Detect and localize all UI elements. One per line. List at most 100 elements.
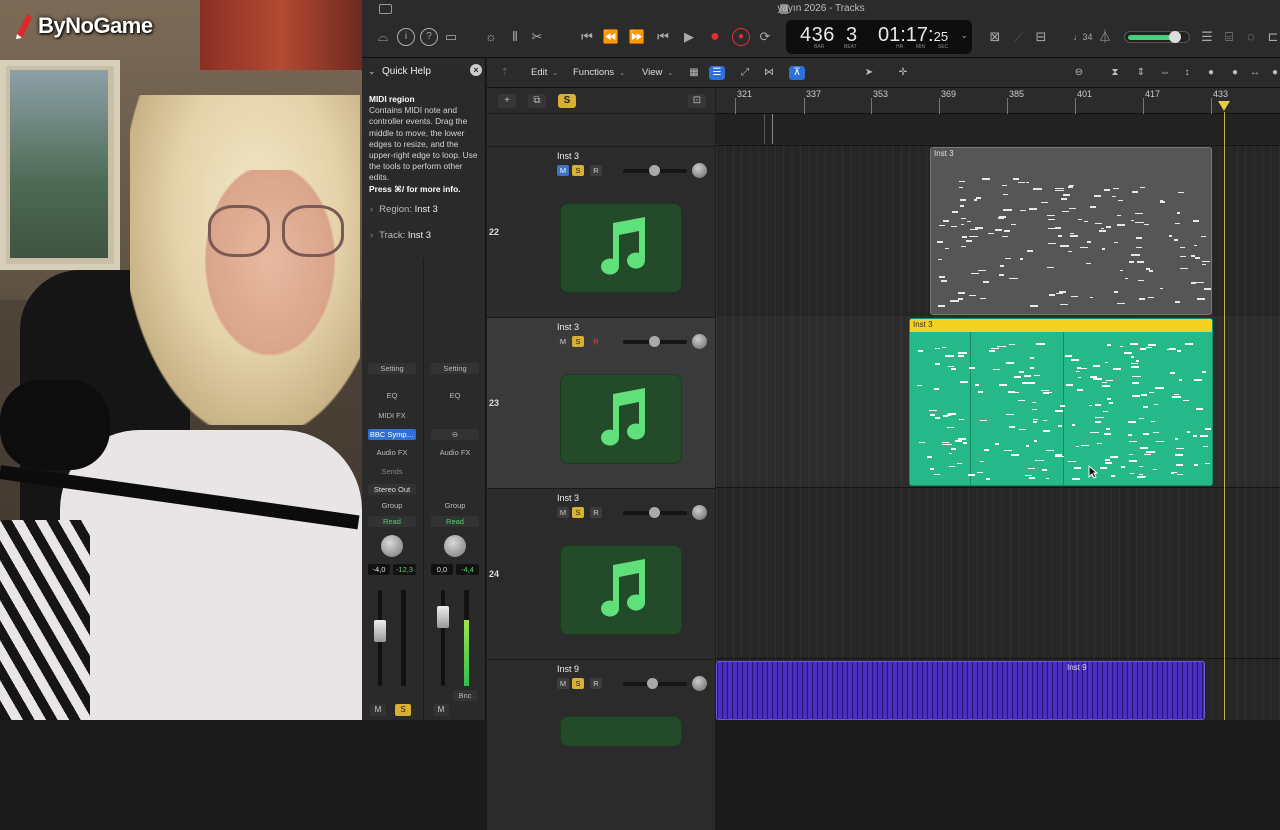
midi-region-selected[interactable]: Inst 3 [909,318,1213,486]
track-name[interactable]: Inst 3 [557,493,579,503]
midi-fx-slot[interactable]: MIDI FX [368,410,416,421]
track-header[interactable]: 22 Inst 3 M S R [487,146,715,317]
marquee-tool-icon[interactable]: ✛ [895,66,911,80]
master-volume-slider[interactable] [1124,31,1190,43]
track-pan-knob[interactable] [692,676,707,691]
browsers-icon[interactable]: ⊏ [1264,28,1280,46]
group-slot-right[interactable]: Group [431,500,479,511]
cycle-icon[interactable]: ⟳ [756,28,774,46]
waveform-zoom-icon[interactable]: ⧗ [1107,66,1123,80]
tempo-display[interactable]: ♩34 [1070,28,1096,46]
library-icon[interactable]: ⌓ [374,28,392,46]
vertical-arrows-icon[interactable]: ↕ [1179,66,1195,80]
tuner-icon[interactable]: ⊠ [986,28,1004,46]
music-note-icon[interactable] [560,374,682,464]
toolbar-icon[interactable]: ▭ [442,28,460,46]
track-volume-knob[interactable] [647,678,658,689]
mute-button[interactable]: M [557,678,569,689]
tracks-area[interactable]: 321 337 353 369 385 401 417 433 Inst 3 I… [716,88,1280,720]
fit-icon[interactable]: ⇔ [1157,66,1173,80]
fast-forward-icon[interactable]: ⏩ [628,28,646,46]
region-header[interactable] [910,319,1212,332]
record-enable-button[interactable]: R [590,678,602,689]
track-inspector-row[interactable]: › Track: Inst 3 [370,230,431,241]
mute-button[interactable]: M [557,507,569,518]
audio-fx-slot-left[interactable]: Audio FX [368,447,416,458]
pointer-tool-icon[interactable]: ➤ [861,66,877,80]
region-inspector-row[interactable]: › Region: Inst 3 [370,204,438,215]
track-pan-knob[interactable] [692,163,707,178]
snap-icon[interactable]: ⊼ [789,66,805,80]
zoom-fit-icon[interactable]: ⊖ [1071,66,1087,80]
track-volume-slider[interactable] [623,507,687,518]
metronome-icon[interactable]: ⏃ [1096,28,1114,46]
instrument-slot[interactable]: BBC Symp… [368,429,416,440]
solo-button[interactable]: S [572,336,584,347]
zoom-slider-dot-icon[interactable]: ● [1227,66,1243,80]
eq-button-right[interactable]: EQ [431,390,479,401]
horizontal-zoom-icon[interactable]: ↔ [1247,66,1263,80]
loop-browser-icon[interactable]: ◌ [1242,28,1260,46]
global-solo-button[interactable]: S [558,94,576,108]
volume-fader-left[interactable] [374,620,386,642]
editors-icon[interactable]: ✂ [528,28,546,46]
setting-button-right[interactable]: Setting [431,363,479,374]
functions-menu[interactable]: Functions ⌄ [573,67,625,78]
track-volume-slider[interactable] [623,336,687,347]
lcd-display[interactable]: 436 3 01:17:25 BAR BEAT HR MIN SEC ⌄ [786,20,972,54]
audio-fx-slot-right[interactable]: Audio FX [431,447,479,458]
go-to-beginning-icon[interactable]: ⏮ [578,28,596,46]
volume-value-right[interactable]: 0,0 [431,564,453,575]
bar-ruler[interactable]: 321 337 353 369 385 401 417 433 [716,88,1280,114]
solo-button[interactable]: S [572,678,584,689]
record-icon[interactable]: ● [706,28,724,46]
lcd-dropdown-icon[interactable]: ⌄ [960,30,968,41]
pan-knob-left[interactable] [381,535,403,557]
global-tracks-icon[interactable]: ⊡ [688,94,706,108]
notepad-icon[interactable]: ⌸ [1220,28,1238,46]
zoom-slider-max-icon[interactable]: ● [1267,66,1280,80]
edit-menu[interactable]: Edit ⌄ [531,67,558,78]
eq-button-left[interactable]: EQ [368,390,416,401]
music-note-icon[interactable] [560,716,682,746]
volume-value-left[interactable]: -4,0 [368,564,390,575]
track-volume-knob[interactable] [649,507,660,518]
record-enable-button[interactable]: R [590,336,602,347]
track-header[interactable]: 24 Inst 3 M S R [487,488,715,659]
track-header[interactable]: Inst 9 M S R [487,659,715,830]
track-header-selected[interactable]: 23 Inst 3 M S R [487,317,715,488]
master-volume-knob[interactable] [1169,31,1181,43]
track-volume-knob[interactable] [649,165,660,176]
close-icon[interactable]: × [470,64,482,76]
sends-slot[interactable]: Sends [368,466,416,477]
track-volume-knob[interactable] [649,336,660,347]
mixer-icon[interactable]: ⫴ [506,28,524,46]
metronome-setting-icon[interactable]: ⊟ [1032,28,1050,46]
bounce-button[interactable]: Bnc [453,690,477,701]
zoom-slider-min-icon[interactable]: ● [1203,66,1219,80]
list-view-icon[interactable]: ☰ [709,66,725,80]
link-icon[interactable]: ⊖ [431,429,479,440]
playhead-line[interactable] [1224,112,1225,720]
track-pan-knob[interactable] [692,334,707,349]
mute-button[interactable]: M [557,336,569,347]
solo-button-left[interactable]: S [395,704,411,716]
mute-button[interactable]: M [557,165,569,176]
vertical-zoom-icon[interactable]: ⇕ [1133,66,1149,80]
track-name[interactable]: Inst 3 [557,151,579,161]
mute-button-left[interactable]: M [370,704,386,716]
flex-icon[interactable]: ⋈ [761,66,777,80]
track-name[interactable]: Inst 3 [557,322,579,332]
track-pan-knob[interactable] [692,505,707,520]
record-enable-button[interactable]: R [590,507,602,518]
solo-button[interactable]: S [572,507,584,518]
grid-view-icon[interactable]: ▦ [686,66,702,80]
pan-knob-right[interactable] [444,535,466,557]
record-enable-button[interactable]: R [590,165,602,176]
track-volume-slider[interactable] [623,165,687,176]
automation-mode-left[interactable]: Read [368,516,416,527]
inspector-icon[interactable]: i [397,28,415,46]
music-note-icon[interactable] [560,545,682,635]
view-menu[interactable]: View ⌄ [642,67,673,78]
solo-button[interactable]: S [572,165,584,176]
